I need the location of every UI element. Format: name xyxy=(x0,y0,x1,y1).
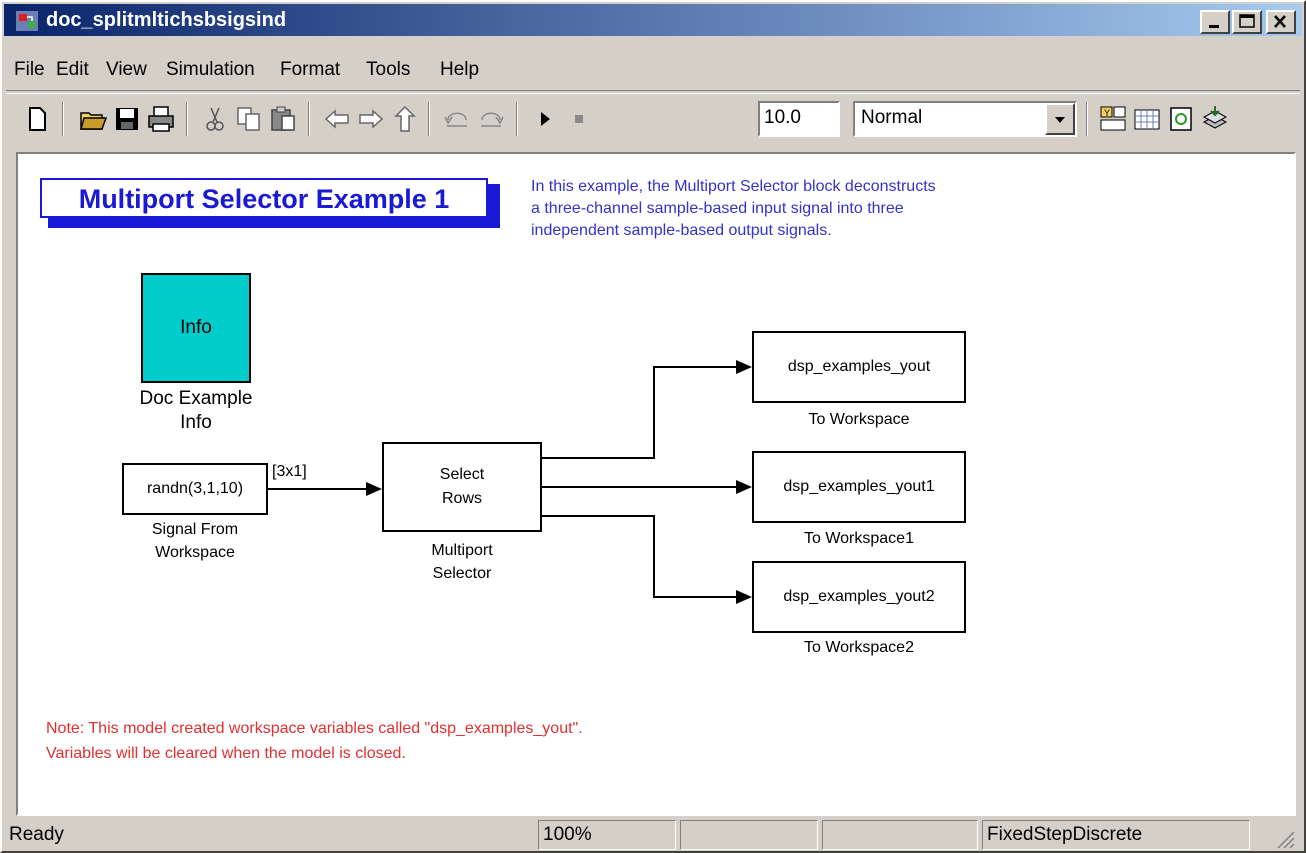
close-button[interactable] xyxy=(1266,10,1296,34)
menu-help[interactable]: Help xyxy=(440,56,479,84)
close-icon xyxy=(1274,15,1286,28)
svg-text:Y: Y xyxy=(1104,108,1110,118)
selector-label-line: Multiport xyxy=(431,542,493,559)
minimize-button[interactable] xyxy=(1200,10,1230,34)
resize-grip-icon[interactable] xyxy=(1272,826,1296,850)
simulation-mode-select[interactable]: Normal xyxy=(853,101,1077,137)
menu-file[interactable]: File xyxy=(14,56,45,84)
to-workspace2-label: To Workspace2 xyxy=(804,639,914,656)
source-label-line: Workspace xyxy=(155,544,235,561)
library-browser-icon[interactable]: Y xyxy=(1098,104,1128,134)
to-workspace1-label: To Workspace1 xyxy=(804,530,914,547)
to-workspace-label: To Workspace xyxy=(808,411,910,428)
undo-icon[interactable] xyxy=(442,104,472,134)
toolbar-separator xyxy=(1086,102,1088,136)
zoom-status: 100% xyxy=(538,820,676,850)
multiport-selector-block[interactable]: Select Rows xyxy=(382,442,542,532)
simulink-model-window: doc_splitmltichsbsigsind File Edit View … xyxy=(0,0,1306,853)
toolbar-separator xyxy=(428,102,430,136)
back-icon[interactable] xyxy=(322,104,352,134)
to-workspace-block[interactable]: dsp_examples_yout xyxy=(752,331,966,403)
selector-block-text: Rows xyxy=(441,490,482,507)
start-simulation-icon[interactable] xyxy=(530,104,560,134)
to-workspace2-block[interactable]: dsp_examples_yout2 xyxy=(752,561,966,633)
minimize-icon xyxy=(1209,25,1219,28)
signal-from-workspace-block[interactable]: randn(3,1,10) xyxy=(122,463,268,515)
signal-dimension-label: [3x1] xyxy=(272,463,307,480)
copy-icon[interactable] xyxy=(234,104,264,134)
to-workspace-block-text: dsp_examples_yout xyxy=(787,358,931,375)
stop-time-input[interactable]: 10.0 xyxy=(758,101,840,137)
save-icon[interactable] xyxy=(112,104,142,134)
forward-icon[interactable] xyxy=(356,104,386,134)
status-cell-empty xyxy=(680,820,818,850)
open-icon[interactable] xyxy=(78,104,108,134)
note-line: Note: This model created workspace varia… xyxy=(46,720,583,737)
redo-icon[interactable] xyxy=(476,104,506,134)
title-bar[interactable]: doc_splitmltichsbsigsind xyxy=(4,4,1302,36)
menu-simulation[interactable]: Simulation xyxy=(166,56,255,84)
source-block-text: randn(3,1,10) xyxy=(146,480,244,497)
simulink-app-icon[interactable] xyxy=(16,11,38,31)
model-canvas[interactable]: Multiport Selector Example 1 In this exa… xyxy=(16,152,1296,816)
menu-format[interactable]: Format xyxy=(280,56,340,84)
maximize-button[interactable] xyxy=(1232,10,1262,34)
cut-icon[interactable] xyxy=(200,104,230,134)
solver-status: FixedStepDiscrete xyxy=(982,820,1250,850)
window-title: doc_splitmltichsbsigsind xyxy=(46,9,287,31)
toolbar-separator xyxy=(186,102,188,136)
note-annotation[interactable]: Note: This model created workspace varia… xyxy=(46,716,583,766)
dropdown-button[interactable] xyxy=(1045,103,1075,135)
toolbar-separator xyxy=(308,102,310,136)
to-workspace2-block-text: dsp_examples_yout2 xyxy=(783,588,935,605)
toolbar-separator xyxy=(516,102,518,136)
note-line: Variables will be cleared when the model… xyxy=(46,745,406,762)
maximize-icon xyxy=(1239,14,1255,28)
paste-icon[interactable] xyxy=(268,104,298,134)
source-label-line: Signal From xyxy=(151,521,239,538)
toolbar-separator xyxy=(62,102,64,136)
simulation-mode-value: Normal xyxy=(861,107,923,128)
chevron-down-icon xyxy=(1055,117,1065,123)
selector-block-text: Select xyxy=(439,466,485,483)
print-icon[interactable] xyxy=(146,104,176,134)
up-icon[interactable] xyxy=(390,104,420,134)
toolbar: Y xyxy=(4,94,1302,146)
menu-edit[interactable]: Edit xyxy=(56,56,89,84)
status-cell-empty xyxy=(822,820,978,850)
update-diagram-icon[interactable] xyxy=(1166,104,1196,134)
build-icon[interactable] xyxy=(1200,104,1230,134)
to-workspace1-block-text: dsp_examples_yout1 xyxy=(783,478,935,495)
selector-block-label: Multiport Selector xyxy=(382,539,542,585)
source-block-label: Signal From Workspace xyxy=(110,518,280,564)
status-text: Ready xyxy=(9,824,64,845)
model-explorer-icon[interactable] xyxy=(1132,104,1162,134)
selector-label-line: Selector xyxy=(432,565,492,582)
menu-tools[interactable]: Tools xyxy=(366,56,410,84)
new-model-icon[interactable] xyxy=(22,104,52,134)
stop-simulation-icon[interactable] xyxy=(564,104,594,134)
to-workspace1-block[interactable]: dsp_examples_yout1 xyxy=(752,451,966,523)
status-bar: Ready 100% FixedStepDiscrete xyxy=(4,820,1302,853)
menu-view[interactable]: View xyxy=(106,56,147,84)
